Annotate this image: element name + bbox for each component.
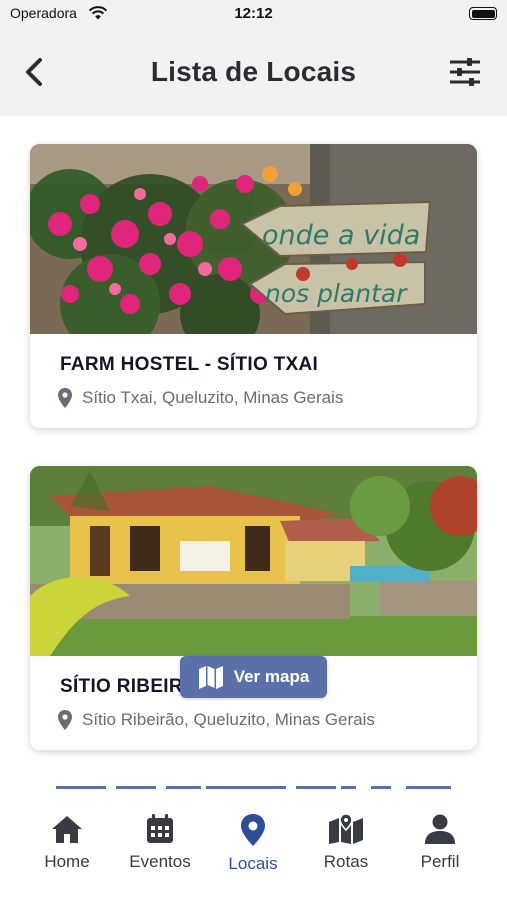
tab-locais[interactable]: Locais <box>208 814 298 874</box>
bottom-tab-bar: Home Eventos Locais Rotas Perfil <box>0 798 507 900</box>
place-location: Sítio Ribeirão, Queluzito, Minas Gerais <box>58 710 375 730</box>
map-icon <box>198 666 223 689</box>
home-icon <box>52 816 82 843</box>
tab-eventos[interactable]: Eventos <box>115 814 205 872</box>
view-map-label: Ver mapa <box>233 667 310 686</box>
battery-icon <box>469 7 497 20</box>
place-card[interactable]: SÍTIO RIBEIR Sítio Ribeirão, Queluzito, … <box>30 466 477 750</box>
tab-label: Rotas <box>323 852 369 871</box>
map-route-icon <box>329 814 363 844</box>
place-title: FARM HOSTEL - SÍTIO TXAI <box>60 354 319 375</box>
place-photo <box>30 466 477 656</box>
place-location-text: Sítio Txai, Queluzito, Minas Gerais <box>82 388 344 407</box>
place-photo: onde a vida nos plantar <box>30 144 477 334</box>
sign-text-1: onde a vida <box>262 220 420 251</box>
sliders-icon <box>450 58 480 86</box>
tab-label: Perfil <box>420 852 460 871</box>
location-pin-icon <box>58 710 72 730</box>
place-title: SÍTIO RIBEIR <box>60 676 183 697</box>
next-card-edge <box>56 786 451 789</box>
page-title: Lista de Locais <box>150 56 357 87</box>
calendar-icon <box>147 814 173 843</box>
app-header: Lista de Locais <box>0 28 507 116</box>
tab-rotas[interactable]: Rotas <box>301 814 391 872</box>
tab-perfil[interactable]: Perfil <box>395 814 485 872</box>
tab-label: Locais <box>228 854 278 873</box>
place-location: Sítio Txai, Queluzito, Minas Gerais <box>58 388 343 408</box>
sign-text-2: nos plantar <box>265 279 408 308</box>
location-pin-icon <box>241 814 265 846</box>
user-icon <box>425 814 455 844</box>
filter-button[interactable] <box>447 54 483 90</box>
status-time: 12:12 <box>234 5 273 22</box>
tab-label: Home <box>44 852 90 871</box>
place-location-text: Sítio Ribeirão, Queluzito, Minas Gerais <box>82 710 375 729</box>
view-map-button[interactable]: Ver mapa <box>180 656 327 698</box>
tab-label: Eventos <box>129 852 191 871</box>
location-pin-icon <box>58 388 72 408</box>
status-bar: Operadora 12:12 <box>0 0 507 28</box>
tab-home[interactable]: Home <box>22 814 112 872</box>
place-card[interactable]: onde a vida nos plantar FARM HOSTEL - SÍ… <box>30 144 477 428</box>
